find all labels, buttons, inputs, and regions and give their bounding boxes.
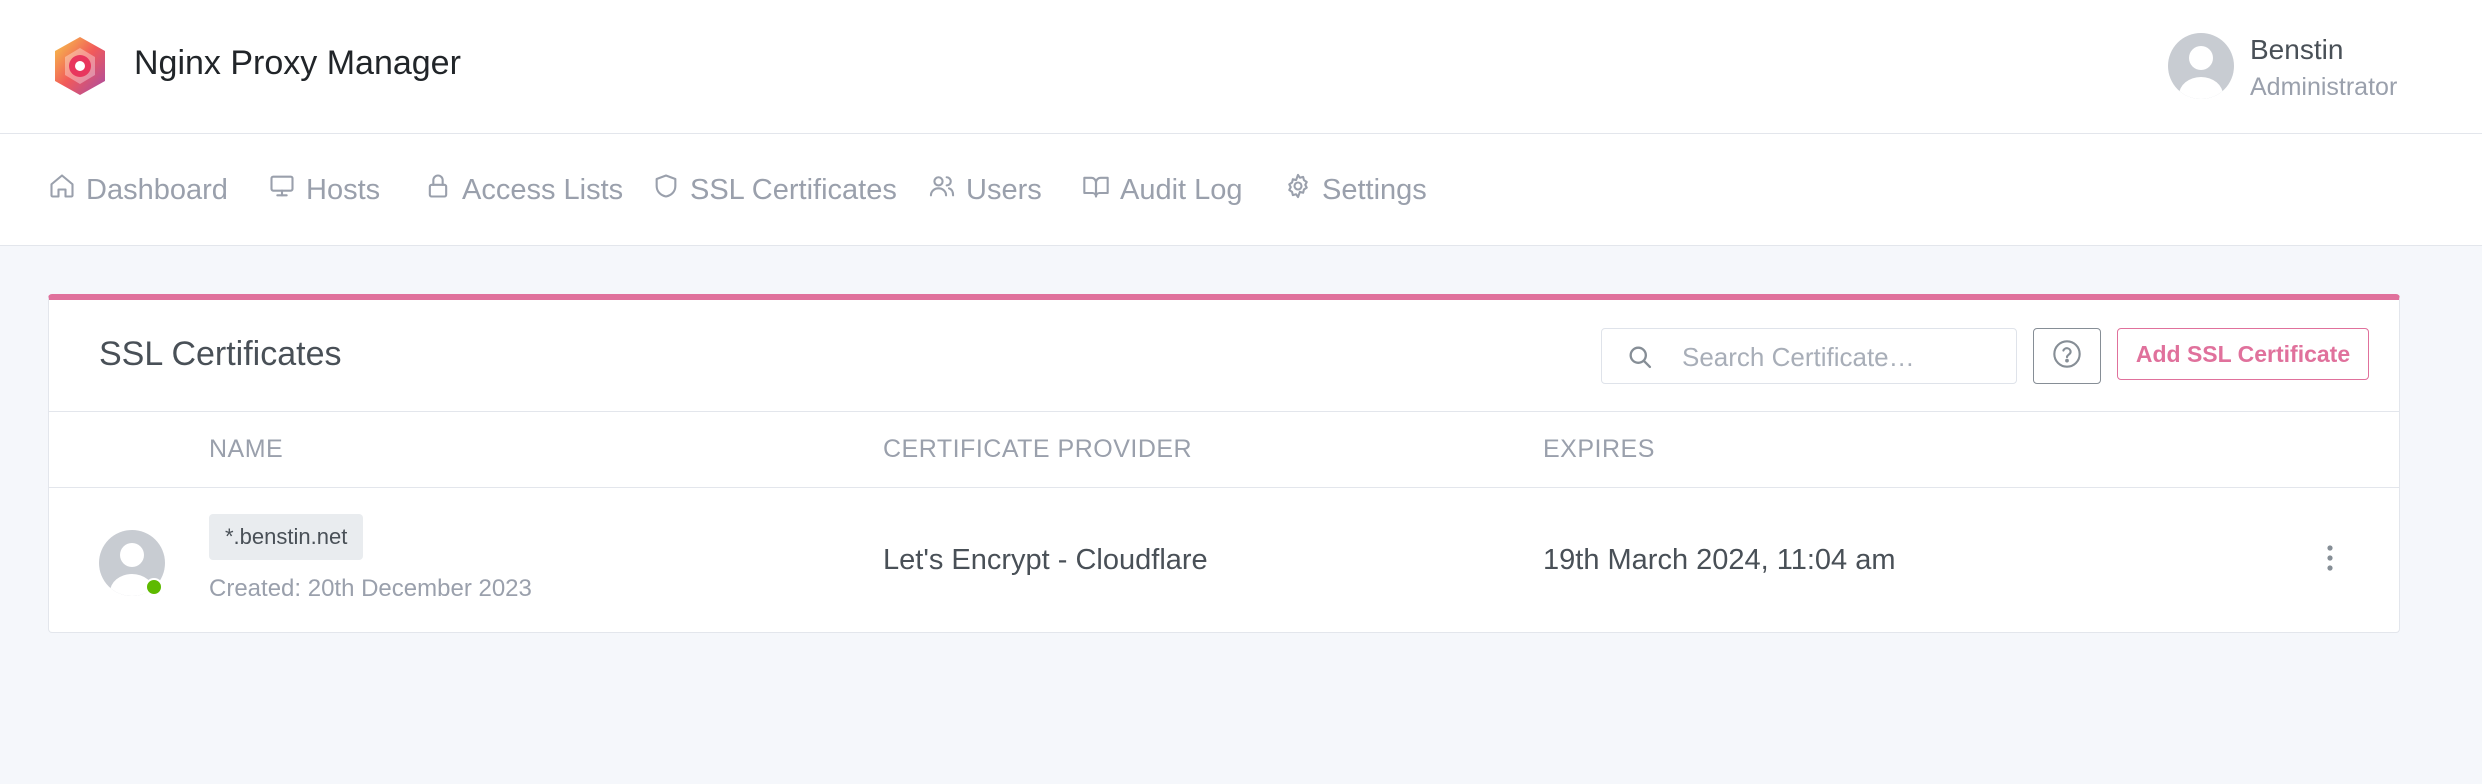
- top-header: Nginx Proxy Manager Benstin Administrato…: [0, 0, 2482, 134]
- nav-item-audit-log[interactable]: Audit Log: [1082, 134, 1243, 246]
- app-title[interactable]: Nginx Proxy Manager: [134, 38, 461, 88]
- home-icon: [48, 172, 76, 208]
- search-input[interactable]: [1680, 337, 2000, 377]
- search-box[interactable]: [1601, 328, 2017, 384]
- help-icon: [2051, 338, 2083, 375]
- user-menu[interactable]: Benstin Administrator: [2168, 32, 2448, 102]
- user-name: Benstin: [2250, 34, 2344, 65]
- column-header-name[interactable]: NAME: [209, 412, 283, 486]
- nav-label: Audit Log: [1120, 173, 1243, 206]
- main-nav: Dashboard Hosts Access Lists SSL Certifi…: [0, 134, 2482, 246]
- monitor-icon: [268, 172, 296, 208]
- nav-item-dashboard[interactable]: Dashboard: [48, 134, 228, 246]
- user-role: Administrator: [2250, 73, 2398, 101]
- nav-item-access-lists[interactable]: Access Lists: [424, 134, 623, 246]
- status-indicator: [145, 578, 163, 596]
- more-vertical-icon: [2326, 544, 2334, 577]
- ssl-certificates-card: SSL Certificates Add SSL Certificate NAM…: [48, 294, 2400, 633]
- lock-icon: [424, 172, 452, 208]
- help-button[interactable]: [2033, 328, 2101, 384]
- avatar[interactable]: [2168, 33, 2234, 99]
- book-icon: [1082, 172, 1110, 208]
- search-icon: [1626, 343, 1654, 371]
- nav-item-hosts[interactable]: Hosts: [268, 134, 380, 246]
- column-header-expires[interactable]: EXPIRES: [1543, 412, 1655, 486]
- nav-label: Hosts: [306, 173, 381, 206]
- users-icon: [928, 172, 956, 208]
- column-header-provider[interactable]: CERTIFICATE PROVIDER: [883, 412, 1192, 486]
- nav-label: Access Lists: [462, 173, 624, 206]
- nav-label: SSL Certificates: [690, 173, 897, 206]
- created-date: Created: 20th December 2023: [209, 575, 532, 602]
- table-row: *.benstin.net Created: 20th December 202…: [49, 488, 2399, 633]
- nav-item-users[interactable]: Users: [928, 134, 1042, 246]
- shield-icon: [652, 172, 680, 208]
- page-title: SSL Certificates: [99, 335, 342, 373]
- expires-date: 19th March 2024, 11:04 am: [1543, 544, 1896, 576]
- gear-icon: [1284, 172, 1312, 208]
- nav-label: Dashboard: [86, 173, 228, 206]
- row-actions-button[interactable]: [2315, 538, 2345, 582]
- nav-label: Settings: [1322, 173, 1427, 206]
- table-header: NAME CERTIFICATE PROVIDER EXPIRES: [49, 411, 2399, 488]
- domain-tag: *.benstin.net: [209, 514, 364, 560]
- nav-label: Users: [966, 173, 1042, 206]
- nav-item-settings[interactable]: Settings: [1284, 134, 1427, 246]
- add-ssl-certificate-button[interactable]: Add SSL Certificate: [2117, 328, 2369, 380]
- nav-item-ssl-certificates[interactable]: SSL Certificates: [652, 134, 897, 246]
- certificate-provider: Let's Encrypt - Cloudflare: [883, 544, 1208, 576]
- app-logo[interactable]: [48, 34, 112, 98]
